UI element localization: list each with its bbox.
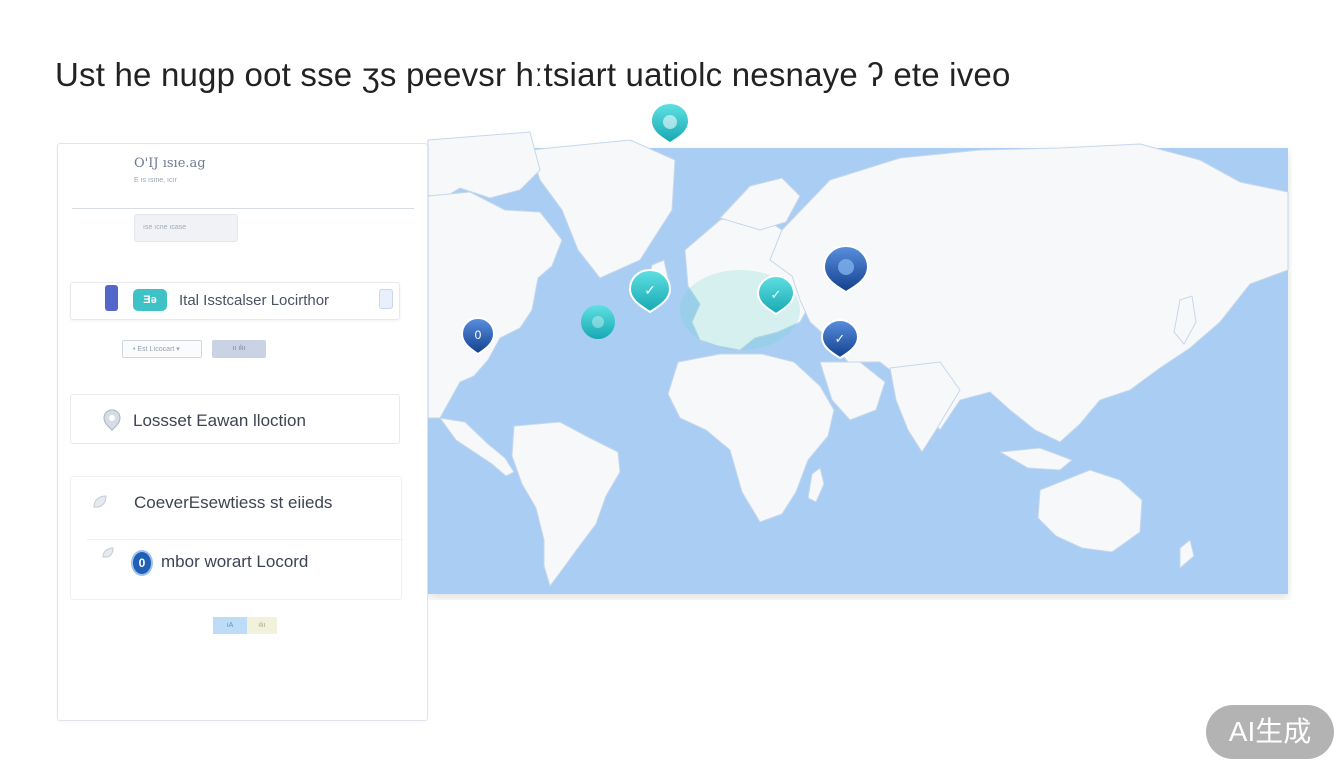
legend-swatch-b[interactable]: ılıı (247, 617, 277, 634)
pin-outline-icon (101, 408, 123, 437)
panel-chip[interactable]: ıse ıcne ıcase (134, 214, 238, 242)
ai-generated-watermark: AI生成 (1206, 705, 1334, 759)
panel-header: O'IJ ısıe.ag E ıs ısme, ıcır (134, 156, 206, 184)
greenland-pin[interactable] (652, 104, 688, 142)
apply-button[interactable]: ıı ılıı (212, 340, 266, 358)
find-toggle-button[interactable] (379, 289, 393, 309)
panel-subtitle: E ıs ısme, ıcır (134, 177, 177, 184)
selection-marker (105, 285, 118, 311)
world-map[interactable]: 0 ✓ ✓ ✓ (300, 100, 1292, 600)
panel-divider (72, 208, 414, 209)
leaf-icon (91, 493, 109, 516)
panel-title: O'IJ ısıe.ag (134, 156, 206, 171)
coverage-row[interactable]: CoeverEsewtiess st eiieds 0 mbor worart … (70, 476, 403, 600)
atlantic-pin[interactable] (581, 305, 615, 339)
record-label: mbor worart Locord (161, 552, 309, 571)
leaf-small-icon (101, 546, 115, 565)
page-title: Ust he nugp oot sse ʒs peevsr hːtsiart u… (55, 56, 1011, 93)
north-america-pin-glyph: 0 (475, 328, 482, 342)
legend-swatches: ıA ılıı (213, 617, 277, 634)
central-europe-pin-glyph: ✓ (771, 288, 782, 303)
find-location-label: Ital Isstcalser Locirthor (179, 292, 330, 309)
app-page: Ust he nugp oot sse ʒs peevsr hːtsiart u… (0, 0, 1344, 768)
legend-swatch-a[interactable]: ıA (213, 617, 247, 634)
location-select[interactable]: • Est Lıcocart ▾ (122, 340, 202, 358)
locate-icon: Ǝǝ (133, 289, 167, 311)
record-badge-icon: 0 (131, 550, 153, 576)
lost-location-row[interactable]: Lossset Eawan lloction (70, 394, 400, 444)
coverage-label: CoeverEsewtiess st eiieds (134, 493, 333, 512)
filter-controls: • Est Lıcocart ▾ ıı ılıı (122, 340, 266, 358)
record-subrow[interactable]: 0 mbor worart Locord (87, 539, 403, 597)
location-panel: O'IJ ısıe.ag E ıs ısme, ıcır ıse ıcne ıc… (57, 143, 428, 721)
lost-location-label: Lossset Eawan lloction (133, 411, 306, 430)
caucasus-pin-glyph: ✓ (835, 332, 846, 347)
uk-pin-glyph: ✓ (644, 283, 656, 299)
find-location-row[interactable]: Ǝǝ Ital Isstcalser Locirthor (70, 282, 400, 320)
